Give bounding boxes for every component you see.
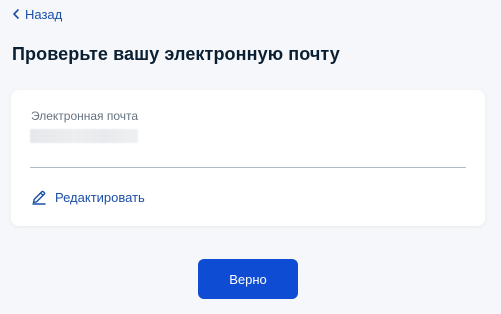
confirm-button[interactable]: Верно: [198, 259, 298, 299]
email-field-underline: [30, 167, 466, 168]
email-card: Электронная почта Редактировать: [11, 90, 485, 226]
page-title: Проверьте вашу электронную почту: [12, 44, 340, 64]
email-value-masked: [30, 129, 138, 143]
pencil-icon: [31, 189, 47, 205]
chevron-left-icon: [9, 6, 23, 22]
email-field-label: Электронная почта: [31, 109, 139, 123]
back-link-label: Назад: [25, 6, 63, 22]
edit-email-link[interactable]: Редактировать: [31, 189, 145, 205]
back-link[interactable]: Назад: [9, 6, 62, 22]
edit-email-label: Редактировать: [55, 189, 145, 205]
